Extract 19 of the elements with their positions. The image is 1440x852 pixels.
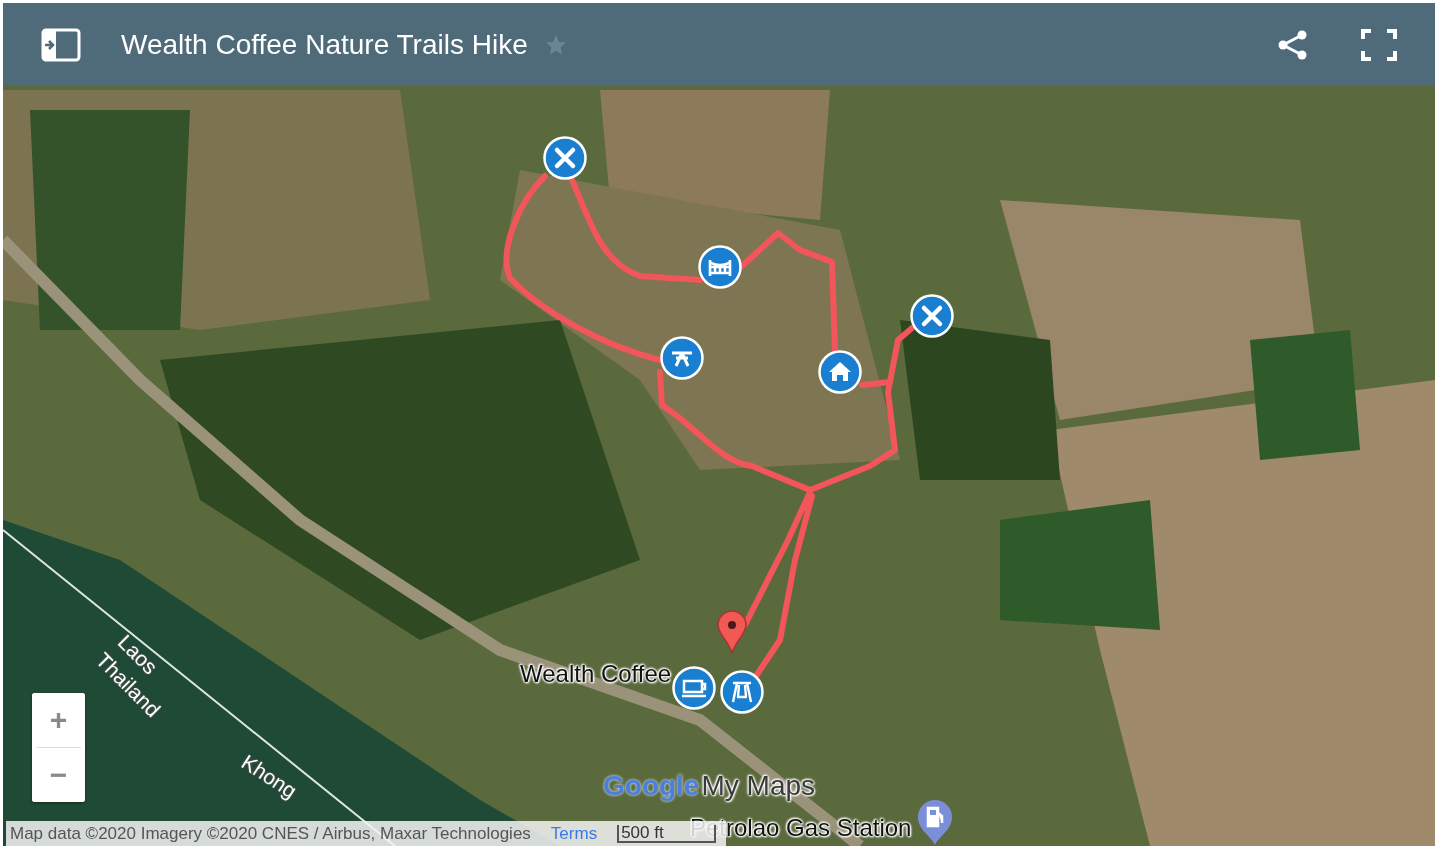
location-pin-icon[interactable] [716,610,748,654]
place-label: Wealth Coffee [520,660,672,688]
zoom-in-button[interactable]: + [32,693,85,747]
fullscreen-icon[interactable] [1361,28,1397,61]
coffee-cup-marker-icon[interactable] [672,666,716,710]
picnic-table-marker-icon[interactable] [660,336,704,380]
bridge-marker-icon[interactable] [698,245,742,289]
swing-marker-icon[interactable] [720,670,764,714]
share-icon[interactable] [1277,29,1309,60]
house-marker-icon[interactable] [818,350,862,394]
attribution-text: Map data ©2020 Imagery ©2020 CNES / Airbus, Maxar Technologies [10,823,531,844]
terms-link[interactable]: Terms [550,823,598,844]
gas-station-pin-icon[interactable] [916,798,954,846]
brand-logo: Google [603,770,700,802]
map-title: Wealth Coffee Nature Trails Hike [121,28,528,61]
sidebar-toggle-icon[interactable] [41,27,81,62]
zoom-out-button[interactable]: − [32,748,85,802]
cross-marker-icon[interactable] [543,136,587,180]
cross-marker-icon[interactable] [910,294,954,338]
